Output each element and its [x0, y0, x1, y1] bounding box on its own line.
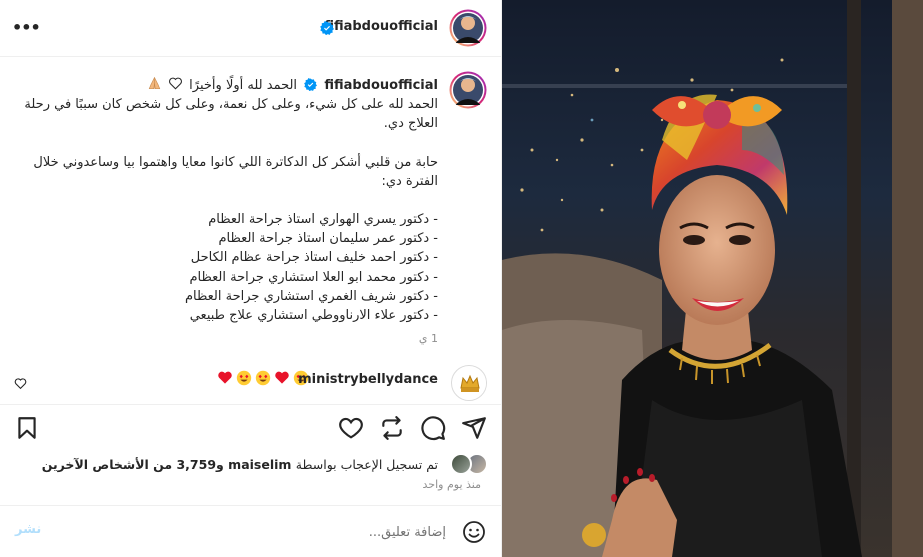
- comment-input-bar: نشر: [0, 505, 502, 557]
- more-options-icon[interactable]: •••: [12, 18, 41, 38]
- post-details-panel: ••• fifiabdouofficial fifiabdouofficial …: [0, 0, 502, 557]
- comment-avatar[interactable]: [451, 365, 487, 401]
- comment-emojis: [217, 370, 309, 388]
- heart-emoji-icon: [275, 371, 289, 384]
- heart-emoji-icon: [218, 371, 232, 384]
- verified-badge-icon: [320, 21, 334, 35]
- liker-username[interactable]: maiselim: [228, 457, 291, 472]
- post-photo-illustration: [502, 0, 923, 557]
- bookmark-icon[interactable]: [14, 415, 40, 441]
- doctor-line: - دكتور علاء الارناووطي استشاري علاج طبي…: [189, 308, 438, 324]
- caption-timestamp[interactable]: 1 ي: [419, 332, 438, 345]
- emoji-picker-icon[interactable]: [462, 520, 486, 544]
- praying-hands-emoji-icon: [148, 76, 161, 90]
- heart-eyes-emoji-icon: [236, 370, 252, 386]
- doctor-line: - دكتور احمد خليف استاذ جراحة عظام الكاح…: [190, 250, 438, 266]
- comment-input[interactable]: [76, 520, 446, 544]
- caption-headline-line: fifiabdouofficial الحمد لله أولًا وأخيرً…: [18, 76, 438, 95]
- caption-block: fifiabdouofficial الحمد لله أولًا وأخيرً…: [0, 57, 502, 357]
- doctor-line: - دكتور يسري الهواري استاذ جراحة العظام: [208, 212, 438, 228]
- heart-eyes-emoji-icon: [255, 370, 271, 386]
- likes-summary[interactable]: تم تسجيل الإعجاب بواسطة maiselim و3,759 …: [42, 457, 438, 472]
- white-heart-emoji-icon: [169, 77, 182, 90]
- post-header: ••• fifiabdouofficial: [0, 0, 502, 57]
- doctor-line: - دكتور شريف الغمري استشاري جراحة العظام: [184, 288, 438, 304]
- doctor-line: - دكتور عمر سليمان استاذ جراحة العظام: [218, 231, 439, 247]
- header-username[interactable]: fifiabdouofficial: [324, 19, 438, 34]
- post-comment-button[interactable]: نشر: [15, 522, 41, 537]
- caption-headline: الحمد لله أولًا وأخيرًا: [189, 78, 298, 93]
- comment-icon[interactable]: [420, 415, 446, 441]
- liker-avatar: [450, 453, 472, 475]
- likes-prefix: تم تسجيل الإعجاب بواسطة: [295, 457, 438, 472]
- repost-icon[interactable]: [379, 415, 405, 441]
- comment-row: ministrybellydance: [0, 362, 502, 402]
- verified-badge-icon: [304, 78, 318, 91]
- caption-avatar[interactable]: [449, 71, 487, 109]
- caption-username[interactable]: fifiabdouofficial: [324, 78, 438, 93]
- header-avatar[interactable]: [449, 9, 487, 47]
- liker-avatars[interactable]: [444, 453, 488, 475]
- action-bar: [0, 404, 502, 450]
- doctor-line: - دكتور محمد ابو العلا استشاري جراحة الع…: [189, 269, 438, 285]
- post-image: [502, 0, 923, 557]
- comment-like-heart-icon[interactable]: [14, 377, 27, 390]
- likes-others[interactable]: و3,759 من الأشخاص الآخرين: [42, 457, 224, 472]
- share-icon[interactable]: [461, 415, 487, 441]
- comment-username[interactable]: ministrybellydance: [298, 372, 438, 387]
- caption-paragraph-1: الحمد لله على كل شيء، وعلى كل نعمة، وعلى…: [24, 97, 438, 132]
- post-time-ago[interactable]: منذ يوم واحد: [423, 478, 481, 491]
- caption-paragraph-2: حابة من قلبي أشكر كل الدكاترة اللي كانوا…: [33, 154, 438, 189]
- like-heart-icon[interactable]: [338, 415, 364, 441]
- likes-row: تم تسجيل الإعجاب بواسطة maiselim و3,759 …: [0, 450, 502, 478]
- caption-text: fifiabdouofficial الحمد لله أولًا وأخيرً…: [18, 76, 438, 325]
